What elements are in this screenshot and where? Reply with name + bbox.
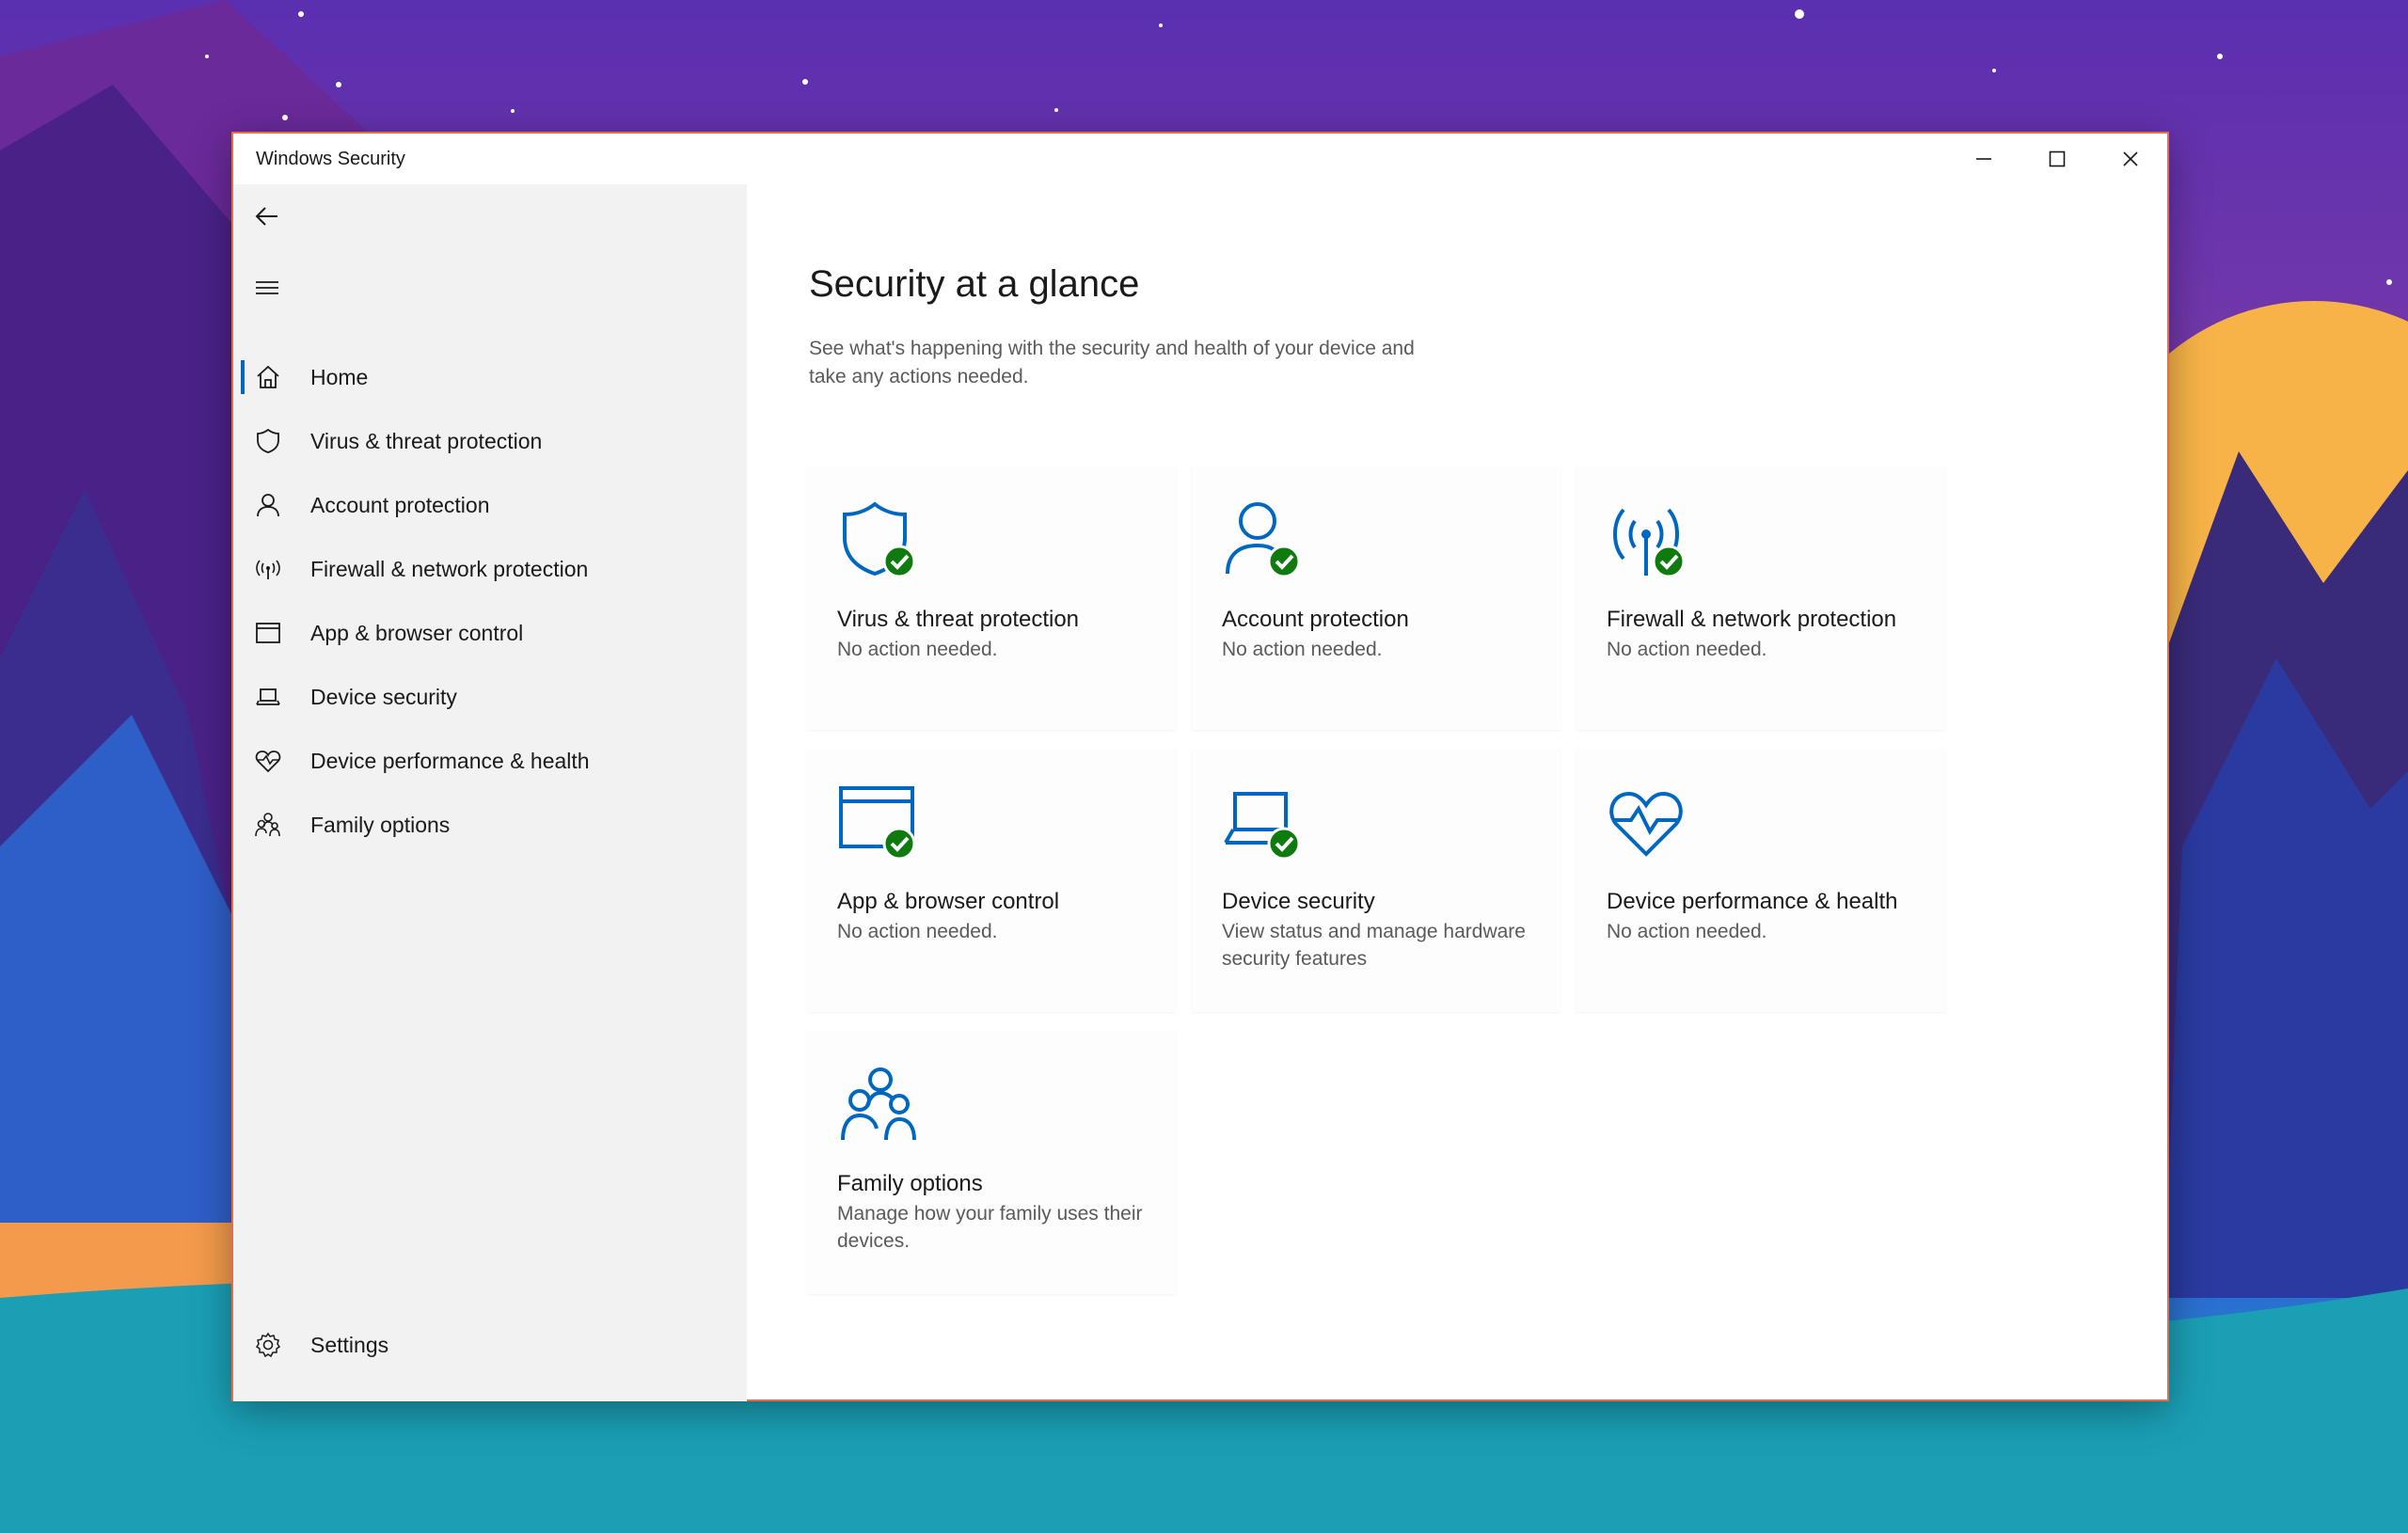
home-icon: [252, 361, 284, 393]
card-title: Account protection: [1222, 607, 1409, 632]
card-title: App & browser control: [837, 889, 1060, 914]
page-title: Security at a glance: [809, 263, 1140, 305]
antenna-icon: [252, 553, 284, 585]
card-status: No action needed.: [837, 639, 998, 660]
card-status: View status and manage hardware security…: [1222, 921, 1526, 970]
card-status: No action needed.: [837, 921, 998, 942]
back-button[interactable]: [243, 192, 292, 241]
sidebar-item-label: Virus & threat protection: [310, 428, 543, 453]
window-title: Windows Security: [256, 148, 405, 169]
card-app-browser-control[interactable]: App & browser control No action needed.: [807, 749, 1176, 1012]
card-text: Firewall & network protection No action …: [1607, 604, 1926, 663]
card-title: Virus & threat protection: [837, 607, 1080, 632]
card-text: Virus & threat protection No action need…: [837, 604, 1157, 663]
sidebar-settings: Settings: [233, 1313, 747, 1377]
shield-icon: [252, 425, 284, 457]
card-text: Device performance & health No action ne…: [1607, 886, 1926, 945]
sidebar-item-label: Account protection: [310, 492, 490, 517]
shield-check-icon: [843, 501, 916, 578]
card-title: Device performance & health: [1607, 889, 1898, 914]
browser-window-icon: [252, 617, 284, 649]
card-status: No action needed.: [1607, 639, 1767, 660]
sidebar-item-family-options[interactable]: Family options: [233, 793, 747, 857]
window-controls: [1947, 134, 2167, 184]
sidebar-nav: Home Virus & threat protection Account p…: [233, 345, 747, 857]
sidebar: Home Virus & threat protection Account p…: [233, 184, 747, 1401]
back-arrow-icon: [255, 207, 277, 226]
card-device-security[interactable]: Device security View status and manage h…: [1192, 749, 1560, 1012]
sidebar-item-virus-threat-protection[interactable]: Virus & threat protection: [233, 409, 747, 473]
card-account-protection[interactable]: Account protection No action needed.: [1192, 466, 1560, 730]
sidebar-item-label: Device security: [310, 684, 457, 709]
browser-check-icon: [839, 786, 916, 861]
laptop-icon: [252, 681, 284, 713]
card-text: App & browser control No action needed.: [837, 886, 1157, 945]
page-subtitle: See what's happening with the security a…: [809, 338, 1415, 387]
antenna-check-icon: [1613, 508, 1686, 578]
sidebar-item-label: Family options: [310, 812, 451, 837]
card-status: No action needed.: [1607, 921, 1767, 942]
card-title: Family options: [837, 1171, 983, 1196]
heart-pulse-icon: [252, 745, 284, 777]
family-icon: [841, 1067, 916, 1141]
sidebar-item-firewall-network-protection[interactable]: Firewall & network protection: [233, 537, 747, 601]
card-status: Manage how your family uses their device…: [837, 1203, 1143, 1252]
sidebar-item-device-performance-health[interactable]: Device performance & health: [233, 729, 747, 793]
gear-icon: [252, 1329, 284, 1361]
main-content: Security at a glance See what's happenin…: [747, 184, 2167, 1399]
card-status: No action needed.: [1222, 639, 1383, 660]
maximize-button[interactable]: [2020, 134, 2094, 184]
sidebar-item-device-security[interactable]: Device security: [233, 665, 747, 729]
app-window: Windows Security Home Virus & threat pro…: [231, 132, 2169, 1401]
selection-indicator: [241, 360, 245, 394]
sidebar-item-settings[interactable]: Settings: [233, 1313, 747, 1377]
card-device-performance-health[interactable]: Device performance & health No action ne…: [1576, 749, 1945, 1012]
close-icon: [2123, 151, 2138, 166]
hamburger-icon: [256, 281, 278, 294]
person-check-icon: [1226, 502, 1301, 578]
close-button[interactable]: [2094, 134, 2167, 184]
card-text: Account protection No action needed.: [1222, 604, 1542, 663]
heart-pulse-icon: [1609, 791, 1683, 857]
sidebar-item-app-browser-control[interactable]: App & browser control: [233, 601, 747, 665]
card-text: Device security View status and manage h…: [1222, 886, 1542, 972]
title-bar[interactable]: Windows Security: [233, 134, 2167, 184]
settings-label: Settings: [310, 1332, 389, 1357]
card-title: Firewall & network protection: [1607, 607, 1897, 632]
card-title: Device security: [1222, 889, 1375, 914]
card-firewall-network-protection[interactable]: Firewall & network protection No action …: [1576, 466, 1945, 730]
maximize-icon: [2049, 150, 2066, 167]
person-icon: [252, 489, 284, 521]
sidebar-item-account-protection[interactable]: Account protection: [233, 473, 747, 537]
sidebar-item-label: Firewall & network protection: [310, 556, 589, 581]
sidebar-item-label: Home: [310, 364, 369, 389]
hamburger-menu-button[interactable]: [243, 263, 292, 312]
sidebar-item-home[interactable]: Home: [233, 345, 747, 409]
card-virus-threat-protection[interactable]: Virus & threat protection No action need…: [807, 466, 1176, 730]
card-family-options[interactable]: Family options Manage how your family us…: [807, 1031, 1176, 1294]
minimize-button[interactable]: [1947, 134, 2020, 184]
sidebar-item-label: App & browser control: [310, 620, 524, 645]
sidebar-item-label: Device performance & health: [310, 748, 590, 773]
minimize-icon: [1976, 158, 1991, 160]
family-icon: [252, 809, 284, 841]
laptop-check-icon: [1224, 792, 1301, 861]
card-text: Family options Manage how your family us…: [837, 1168, 1157, 1255]
